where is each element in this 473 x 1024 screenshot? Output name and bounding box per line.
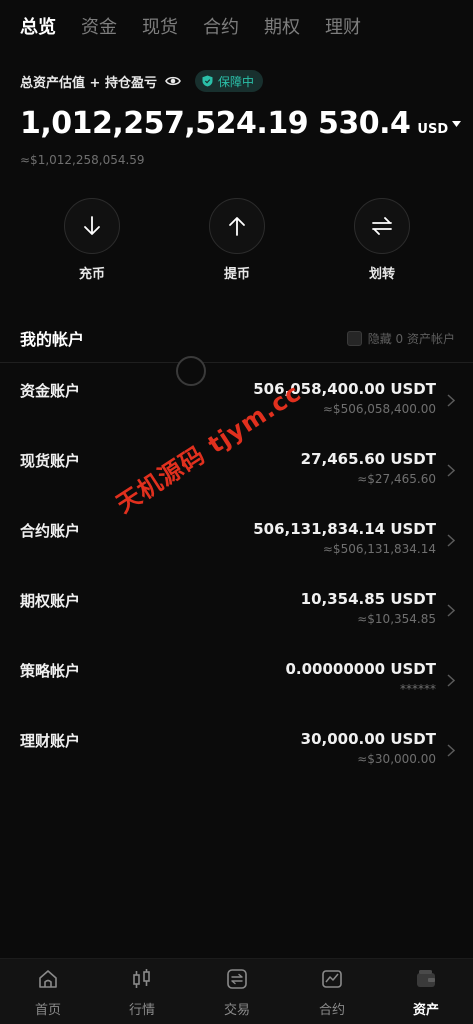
account-name: 期权账户 — [20, 592, 81, 610]
transfer-label: 划转 — [368, 267, 395, 282]
account-row-contract[interactable]: 合约账户 506,131,834.14 USDT ≈$506,131,834.1… — [20, 520, 455, 570]
eye-icon[interactable] — [165, 73, 181, 89]
account-value: 506,131,834.14 USDT — [253, 520, 436, 538]
protect-badge-label: 保障中 — [217, 74, 254, 89]
transfer-icon — [372, 217, 392, 235]
chevron-right-icon — [447, 534, 455, 547]
asset-label-row: 总资产估值 + 持仓盈亏 保障中 — [20, 70, 263, 92]
account-approx: ≈$30,000.00 — [357, 752, 436, 766]
hide-zero-checkbox[interactable] — [346, 330, 362, 346]
action-buttons: 充币 提币 划转 — [0, 198, 473, 288]
withdraw-button[interactable]: 提币 — [207, 198, 267, 282]
chevron-right-icon — [447, 744, 455, 757]
account-row-options[interactable]: 期权账户 10,354.85 USDT ≈$10,354.85 — [20, 590, 455, 640]
account-approx: ≈$10,354.85 — [357, 612, 436, 626]
nav-trade[interactable]: 交易 — [207, 967, 267, 1018]
home-icon — [36, 967, 60, 991]
nav-market-label: 行情 — [128, 1003, 155, 1018]
account-row-finance[interactable]: 理财账户 30,000.00 USDT ≈$30,000.00 — [20, 730, 455, 780]
account-approx: ≈$27,465.60 — [357, 472, 436, 486]
caret-down-icon[interactable] — [452, 120, 462, 127]
tab-funds[interactable]: 资金 — [81, 14, 117, 42]
accounts-divider — [0, 362, 473, 363]
nav-contract[interactable]: 合约 — [302, 967, 362, 1018]
withdraw-label: 提币 — [223, 267, 250, 282]
tab-spot[interactable]: 现货 — [142, 14, 178, 42]
protect-badge[interactable]: 保障中 — [194, 70, 263, 92]
account-value: 27,465.60 USDT — [300, 450, 436, 468]
account-name: 资金账户 — [20, 382, 81, 400]
account-name: 策略帐户 — [20, 662, 81, 680]
account-approx: ****** — [400, 682, 436, 696]
hide-zero-toggle[interactable]: 隐藏 0 资产帐户 — [346, 330, 455, 347]
candlestick-icon — [130, 967, 154, 991]
contract-chart-icon — [320, 967, 344, 991]
nav-assets[interactable]: 资产 — [396, 967, 456, 1018]
account-name: 现货账户 — [20, 452, 81, 470]
arrow-down-icon — [84, 216, 100, 235]
account-row-strategy[interactable]: 策略帐户 0.00000000 USDT ****** — [20, 660, 455, 710]
withdraw-circle[interactable] — [209, 198, 265, 254]
nav-assets-label: 资产 — [412, 1003, 439, 1018]
account-row-spot[interactable]: 现货账户 27,465.60 USDT ≈$27,465.60 — [20, 450, 455, 500]
tab-options[interactable]: 期权 — [264, 14, 300, 42]
trade-icon — [225, 967, 249, 991]
account-name: 理财账户 — [20, 732, 81, 750]
account-value: 10,354.85 USDT — [300, 590, 436, 608]
total-approx: ≈$1,012,258,054.59 — [20, 153, 145, 167]
account-value: 30,000.00 USDT — [300, 730, 436, 748]
top-tabs: 总览 资金 现货 合约 期权 理财 — [20, 14, 361, 42]
currency-selector[interactable]: USD — [417, 122, 448, 137]
tab-overview[interactable]: 总览 — [20, 14, 56, 42]
total-value-row: 1,012,257,524.19 530.4 USD — [20, 106, 462, 141]
chevron-right-icon — [447, 394, 455, 407]
account-value: 0.00000000 USDT — [285, 660, 436, 678]
chevron-right-icon — [447, 604, 455, 617]
account-approx: ≈$506,058,400.00 — [322, 402, 436, 416]
arrow-up-icon — [229, 217, 245, 236]
wallet-icon — [414, 967, 438, 991]
account-name: 合约账户 — [20, 522, 81, 540]
nav-home[interactable]: 首页 — [18, 967, 78, 1018]
tab-finance[interactable]: 理财 — [325, 14, 361, 42]
hide-zero-label: 隐藏 0 资产帐户 — [367, 331, 455, 346]
accounts-header: 我的帐户 隐藏 0 资产帐户 — [20, 326, 455, 350]
transfer-button[interactable]: 划转 — [352, 198, 412, 282]
accounts-title: 我的帐户 — [20, 330, 85, 349]
nav-market[interactable]: 行情 — [112, 967, 172, 1018]
chevron-right-icon — [447, 674, 455, 687]
transfer-circle[interactable] — [354, 198, 410, 254]
tab-contract[interactable]: 合约 — [203, 14, 239, 42]
bottom-nav: 首页 行情 交易 合约 资产 — [0, 958, 473, 1024]
deposit-circle[interactable] — [64, 198, 120, 254]
account-approx: ≈$506,131,834.14 — [322, 542, 436, 556]
nav-contract-label: 合约 — [318, 1003, 345, 1018]
nav-home-label: 首页 — [34, 1003, 61, 1018]
deposit-button[interactable]: 充币 — [62, 198, 122, 282]
chevron-right-icon — [447, 464, 455, 477]
nav-trade-label: 交易 — [223, 1003, 250, 1018]
shield-icon — [202, 75, 213, 87]
asset-label: 总资产估值 + 持仓盈亏 — [20, 75, 157, 91]
total-value: 1,012,257,524.19 530.4 — [20, 106, 411, 141]
deposit-label: 充币 — [78, 267, 105, 282]
